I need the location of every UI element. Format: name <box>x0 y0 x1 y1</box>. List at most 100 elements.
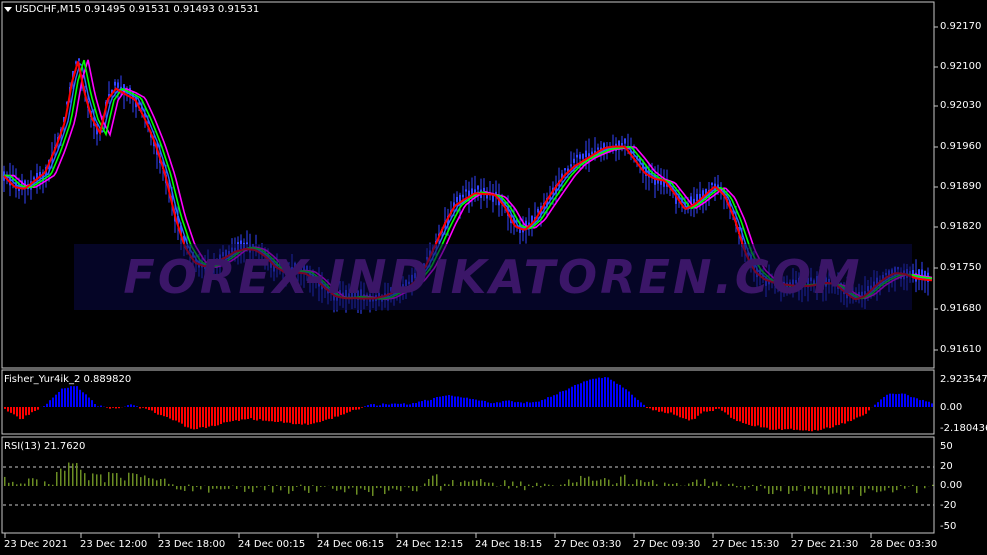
fisher-bar <box>631 394 633 407</box>
fisher-bar <box>442 396 444 407</box>
fisher-bar <box>925 401 927 407</box>
rsi-bar <box>764 486 766 489</box>
fisher-bar <box>655 407 657 411</box>
candle-body <box>465 189 467 192</box>
fisher-bar <box>253 407 255 420</box>
rsi-bar <box>184 486 186 491</box>
fisher-bar <box>337 407 339 417</box>
rsi-bar <box>508 486 510 489</box>
fisher-bar <box>739 407 741 422</box>
rsi-bar <box>728 483 730 486</box>
candle-body <box>696 194 698 202</box>
price-tick-label: 0.91820 <box>940 221 982 232</box>
fisher-bar <box>859 407 861 417</box>
rsi-bar <box>768 486 770 494</box>
rsi-bar <box>884 486 886 491</box>
fisher-bar <box>403 403 405 407</box>
price-tick-label: 0.91960 <box>940 141 982 152</box>
rsi-bar <box>636 479 638 486</box>
rsi-bar <box>348 486 350 489</box>
time-tick-label: 23 Dec 18:00 <box>158 539 226 550</box>
fisher-bar <box>289 407 291 423</box>
fisher-bar <box>748 407 750 425</box>
fisher-bar <box>664 407 666 413</box>
candle-body <box>456 196 458 203</box>
rsi-bar <box>720 484 722 486</box>
rsi-bar <box>600 479 602 486</box>
fisher-bar <box>541 400 543 407</box>
fisher-bar <box>202 407 204 428</box>
rsi-bar <box>748 486 750 488</box>
fisher-bar <box>619 384 621 407</box>
fisher-bar <box>358 407 360 410</box>
fisher-bar <box>715 407 717 410</box>
fisher-bar <box>433 397 435 407</box>
fisher-bar <box>661 407 663 412</box>
fisher-bar <box>55 394 57 407</box>
rsi-bar <box>804 486 806 492</box>
rsi-bar <box>384 486 386 495</box>
fisher-bar <box>169 407 171 419</box>
rsi-bar <box>696 479 698 486</box>
candle-body <box>477 185 479 190</box>
rsi-bar <box>844 486 846 490</box>
rsi-tick-20: 20 <box>940 461 953 472</box>
rsi-bar <box>424 483 426 486</box>
rsi-tick-0: 0.00 <box>940 480 963 491</box>
triangle-down-icon[interactable] <box>4 6 12 12</box>
time-tick-label: 24 Dec 18:15 <box>475 539 543 550</box>
time-tick-label: 27 Dec 15:30 <box>712 539 780 550</box>
fisher-bar <box>214 407 216 427</box>
rsi-bar <box>464 480 466 486</box>
fisher-bar <box>397 403 399 407</box>
fisher-bar <box>196 407 198 430</box>
rsi-bar <box>408 486 410 488</box>
fisher-bar <box>220 407 222 425</box>
fisher-bar <box>658 407 660 412</box>
fisher-bar <box>457 396 459 407</box>
fisher-bar <box>790 407 792 429</box>
candle-body <box>624 138 626 144</box>
rsi-bar <box>176 486 178 490</box>
rsi-bar <box>576 482 578 486</box>
price-tick-label: 0.92170 <box>940 21 982 32</box>
rsi-bar <box>788 486 790 494</box>
rsi-bar <box>868 486 870 489</box>
rsi-bar <box>376 486 378 489</box>
fisher-bar <box>838 407 840 425</box>
fisher-bar <box>118 407 120 409</box>
rsi-bar <box>872 486 874 491</box>
rsi-bar <box>532 486 534 488</box>
rsi-bar <box>124 480 126 486</box>
fisher-bar <box>736 407 738 422</box>
fisher-bar <box>682 407 684 419</box>
fisher-bar <box>511 401 513 407</box>
fisher-bar <box>112 407 114 408</box>
fisher-bar <box>199 407 201 428</box>
fisher-bar <box>43 406 45 407</box>
chart-window[interactable]: USDCHF,M15 0.91495 0.91531 0.91493 0.915… <box>0 0 987 555</box>
fisher-bar <box>535 401 537 407</box>
rsi-bar <box>864 486 866 493</box>
fisher-bar <box>274 407 276 422</box>
rsi-bar <box>900 485 902 486</box>
fisher-bar <box>244 407 246 420</box>
time-tick-label: 24 Dec 00:15 <box>238 539 306 550</box>
fisher-bar <box>679 407 681 418</box>
price-tick-label: 0.92100 <box>940 61 982 72</box>
fisher-bar <box>190 407 192 429</box>
fisher-bar <box>139 407 141 409</box>
rsi-bar <box>288 486 290 494</box>
rsi-bar <box>584 477 586 486</box>
rsi-bar <box>96 474 98 486</box>
rsi-bar <box>68 462 70 486</box>
fisher-bar <box>508 400 510 407</box>
fisher-bar <box>562 391 564 407</box>
rsi-bar <box>932 484 934 486</box>
fisher-bar <box>265 407 267 421</box>
fisher-bar <box>826 407 828 428</box>
fisher-bar <box>481 400 483 407</box>
rsi-bar <box>140 477 142 486</box>
fisher-tick-zero: 0.00 <box>940 402 963 413</box>
rsi-bar <box>652 480 654 486</box>
